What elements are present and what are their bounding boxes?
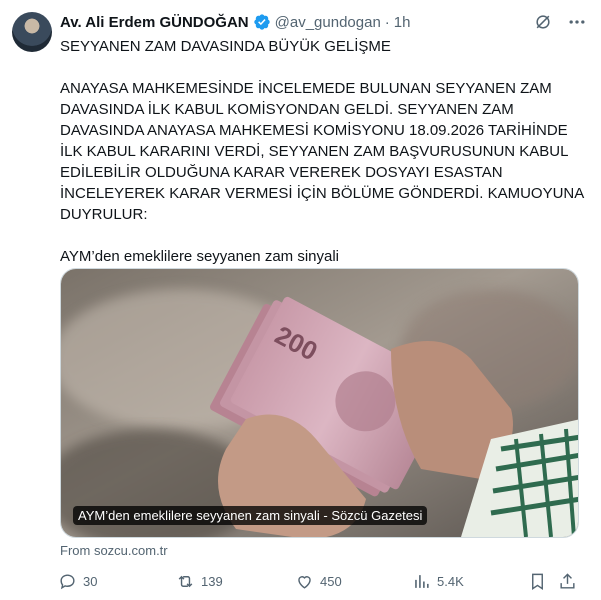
repost-button[interactable]: 139 bbox=[176, 569, 223, 593]
top-actions bbox=[533, 12, 587, 32]
more-options-icon[interactable] bbox=[567, 12, 587, 32]
reply-count: 30 bbox=[83, 573, 98, 589]
money-photo: 200 bbox=[61, 269, 578, 537]
repost-count: 139 bbox=[201, 573, 223, 589]
link-card[interactable]: 200 AYM’den emeklilere seyyanen zam siny… bbox=[60, 268, 579, 538]
tweet-link-title: AYM’den emeklilere seyyanen zam sinyali bbox=[60, 248, 340, 265]
reply-icon bbox=[60, 573, 75, 589]
share-icon bbox=[560, 572, 575, 589]
author-name[interactable]: Av. Ali Erdem GÜNDOĞAN bbox=[60, 14, 249, 31]
like-count: 450 bbox=[320, 573, 342, 589]
reply-button[interactable]: 30 bbox=[58, 569, 97, 593]
action-bar: 30 139 450 5.4K bbox=[58, 569, 580, 593]
separator-dot: · bbox=[384, 13, 390, 31]
share-button[interactable] bbox=[558, 569, 577, 593]
bookmark-icon bbox=[532, 573, 543, 590]
card-caption: AYM’den emeklilere seyyanen zam sinyali … bbox=[73, 506, 428, 525]
tweet-header: Av. Ali Erdem GÜNDOĞAN @av_gundogan · 1h bbox=[60, 12, 410, 32]
tweet: Av. Ali Erdem GÜNDOĞAN @av_gundogan · 1h… bbox=[0, 0, 601, 600]
heart-icon bbox=[298, 575, 311, 589]
card-source[interactable]: From sozcu.com.tr bbox=[60, 543, 168, 558]
tweet-body: SEYYANEN ZAM DAVASINDA BÜYÜK GELİŞME ANA… bbox=[60, 36, 590, 267]
post-time[interactable]: 1h bbox=[394, 14, 411, 31]
tweet-headline: SEYYANEN ZAM DAVASINDA BÜYÜK GELİŞME bbox=[60, 38, 391, 55]
tweet-paragraph: ANAYASA MAHKEMESİNDE İNCELEMEDE BULUNAN … bbox=[60, 80, 588, 223]
grok-icon[interactable] bbox=[533, 12, 553, 32]
avatar[interactable] bbox=[12, 12, 52, 52]
views-button[interactable]: 5.4K bbox=[412, 569, 464, 593]
bookmark-button[interactable] bbox=[528, 569, 547, 593]
verified-badge-icon bbox=[253, 13, 271, 31]
like-button[interactable]: 450 bbox=[295, 569, 342, 593]
repost-icon bbox=[178, 575, 193, 587]
views-icon bbox=[415, 574, 429, 588]
author-handle[interactable]: @av_gundogan bbox=[275, 14, 381, 31]
views-count: 5.4K bbox=[437, 573, 464, 589]
